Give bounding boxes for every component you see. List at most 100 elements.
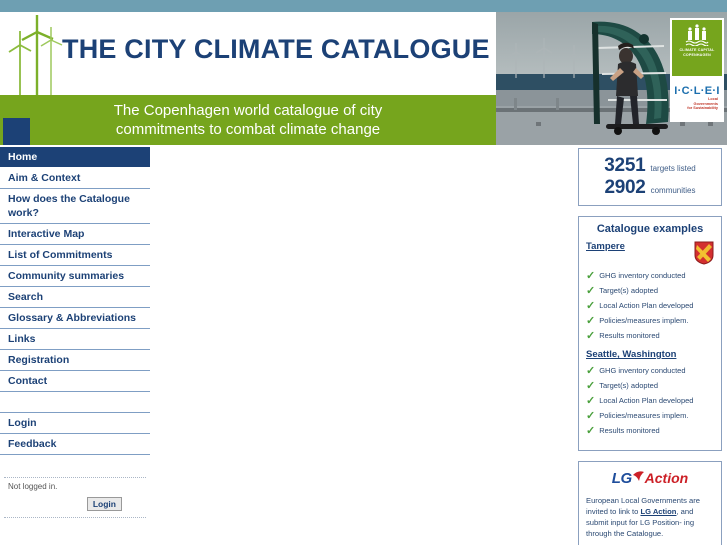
header-subtitle: The Copenhagen world catalogue of city c…	[0, 95, 496, 145]
example-city-checklist: ✓ GHG inventory conducted ✓ Target(s) adopt…	[586, 269, 714, 342]
copenhagen-towers-icon	[685, 24, 709, 46]
sidebar-item-feedback[interactable]: Feedback	[0, 434, 150, 455]
sidebar-item-glossary-abbreviations[interactable]: Glossary & Abbreviations	[0, 308, 150, 329]
check-icon: ✓	[586, 284, 596, 297]
example-city-name[interactable]: Tampere	[586, 241, 625, 252]
lg-action-description: European Local Governments are invited t…	[586, 495, 714, 539]
header-subtitle-line2: commitments to combat climate change	[115, 121, 381, 138]
catalogue-examples-title: Catalogue examples	[596, 223, 704, 235]
checklist-item: ✓ GHG inventory conducted	[586, 269, 714, 282]
copenhagen-logo-line1: CLIMATE CAPITAL	[679, 48, 715, 52]
check-icon: ✓	[586, 364, 596, 377]
header-subtitle-line1: The Copenhagen world catalogue of city	[113, 102, 383, 119]
header-green-band: The Copenhagen world catalogue of city c…	[0, 95, 496, 145]
checklist-item-label: Local Action Plan developed	[599, 301, 694, 310]
sidebar-item-search[interactable]: Search	[0, 287, 150, 308]
checklist-item-label: Target(s) adopted	[599, 381, 659, 390]
climate-capital-copenhagen-logo: CLIMATE CAPITAL COPENHAGEN	[672, 20, 722, 76]
checklist-item: ✓ Local Action Plan developed	[586, 394, 714, 407]
iclei-wordmark: I·C·L·E·I	[674, 84, 720, 97]
sidebar-divider-gap	[0, 392, 150, 413]
tampere-coat-of-arms-icon	[694, 241, 714, 265]
targets-count: 3251	[604, 155, 646, 176]
checklist-item-label: GHG inventory conducted	[599, 366, 686, 375]
checklist-item-label: Local Action Plan developed	[599, 396, 694, 405]
main-content-area	[150, 147, 575, 545]
lg-action-logo-lg: LG	[611, 470, 632, 487]
example-cities-list: Tampere ✓ GHG inventory conducted ✓ Target(s…	[586, 241, 714, 436]
site-header: THE CITY CLIMATE CATALOGUE The Copenhage…	[0, 12, 727, 145]
sidebar-item-contact[interactable]: Contact	[0, 371, 150, 392]
login-panel-bottom-divider	[4, 517, 146, 518]
iclei-tag-line3: for Sustainability	[687, 106, 718, 111]
check-icon: ✓	[586, 269, 596, 282]
checklist-item-label: Policies/measures implem.	[599, 316, 689, 325]
targets-stat-row: 3251 targets listed	[586, 155, 714, 177]
communities-label: communities	[650, 186, 696, 195]
sidebar-item-aim-context[interactable]: Aim & Context	[0, 168, 150, 189]
check-icon: ✓	[586, 379, 596, 392]
sidebar-item-community-summaries[interactable]: Community summaries	[0, 266, 150, 287]
communities-count: 2902	[604, 177, 646, 198]
check-icon: ✓	[586, 394, 596, 407]
sidebar-item-home[interactable]: Home	[0, 147, 150, 168]
check-icon: ✓	[586, 424, 596, 437]
lg-action-box: LG Action European Local Governments are …	[578, 461, 722, 545]
example-city: Tampere ✓ GHG inventory conducted ✓ Target(s…	[586, 241, 714, 341]
communities-stat-row: 2902 communities	[586, 177, 714, 199]
page-title: THE CITY CLIMATE CATALOGUE	[62, 34, 490, 64]
sidebar-item-list-of-commitments[interactable]: List of Commitments	[0, 245, 150, 266]
right-sidebar: 3251 targets listed 2902 communities Cat…	[578, 148, 722, 545]
header-title-band: THE CITY CLIMATE CATALOGUE	[0, 12, 496, 97]
checklist-item: ✓ Policies/measures implem.	[586, 409, 714, 422]
iclei-logo: I·C·L·E·I Local Governments for Sustaina…	[672, 76, 722, 120]
lg-action-logo-action: Action	[644, 470, 689, 486]
sidebar-secondary-list: Login Feedback	[0, 413, 150, 455]
page-root: THE CITY CLIMATE CATALOGUE The Copenhage…	[0, 0, 727, 545]
sidebar-item-links[interactable]: Links	[0, 329, 150, 350]
login-button-row: Login	[0, 491, 150, 515]
checklist-item-label: Policies/measures implem.	[599, 411, 689, 420]
example-city-name[interactable]: Seattle, Washington	[586, 349, 676, 360]
checklist-item: ✓ Policies/measures implem.	[586, 314, 714, 327]
checklist-item-label: GHG inventory conducted	[599, 271, 686, 280]
checklist-item: ✓ Local Action Plan developed	[586, 299, 714, 312]
sidebar-item-login[interactable]: Login	[0, 413, 150, 434]
checklist-item: ✓ Target(s) adopted	[586, 379, 714, 392]
lg-action-swoosh-icon	[632, 471, 644, 481]
sidebar-item-interactive-map[interactable]: Interactive Map	[0, 224, 150, 245]
example-city-header: Tampere	[586, 241, 714, 265]
top-accent-strip	[0, 0, 727, 12]
wind-turbines-icon	[8, 15, 63, 97]
check-icon: ✓	[586, 314, 596, 327]
checklist-item-label: Results monitored	[599, 426, 660, 435]
header-blue-square-accent	[3, 118, 30, 145]
copenhagen-logo-line2: COPENHAGEN	[683, 52, 711, 57]
sidebar-item-registration[interactable]: Registration	[0, 350, 150, 371]
check-icon: ✓	[586, 299, 596, 312]
login-button[interactable]: Login	[86, 497, 122, 511]
sidebar-primary-list: Home Aim & Context How does the Catalogue …	[0, 147, 150, 392]
partner-logos: CLIMATE CAPITAL COPENHAGEN I·C·L·E·I Loc…	[670, 18, 724, 122]
checklist-item: ✓ GHG inventory conducted	[586, 364, 714, 377]
lg-action-link[interactable]: LG Action	[640, 507, 676, 516]
sidebar-item-how-does-the-catalogue-work[interactable]: How does the Catalogue work?	[0, 189, 150, 224]
targets-label: targets listed	[650, 164, 696, 173]
sidebar-nav: Home Aim & Context How does the Catalogue …	[0, 147, 150, 518]
checklist-item: ✓ Results monitored	[586, 329, 714, 342]
statistics-box: 3251 targets listed 2902 communities	[578, 148, 722, 206]
catalogue-examples-box: Catalogue examples Tampere ✓ GHG inventory…	[578, 216, 722, 451]
example-city-header: Seattle, Washington	[586, 349, 714, 360]
checklist-item-label: Results monitored	[599, 331, 660, 340]
login-status-text: Not logged in.	[8, 482, 58, 491]
windsurfer-photo: CLIMATE CAPITAL COPENHAGEN I·C·L·E·I Loc…	[496, 12, 727, 145]
lg-action-logo: LG Action	[586, 470, 714, 489]
check-icon: ✓	[586, 329, 596, 342]
checklist-item: ✓ Target(s) adopted	[586, 284, 714, 297]
checklist-item-label: Target(s) adopted	[599, 286, 659, 295]
checklist-item: ✓ Results monitored	[586, 424, 714, 437]
check-icon: ✓	[586, 409, 596, 422]
copenhagen-logo-text: CLIMATE CAPITAL COPENHAGEN	[679, 48, 714, 57]
login-panel: Not logged in. Login	[0, 477, 150, 518]
example-city: Seattle, Washington ✓ GHG inventory conduc…	[586, 349, 714, 436]
